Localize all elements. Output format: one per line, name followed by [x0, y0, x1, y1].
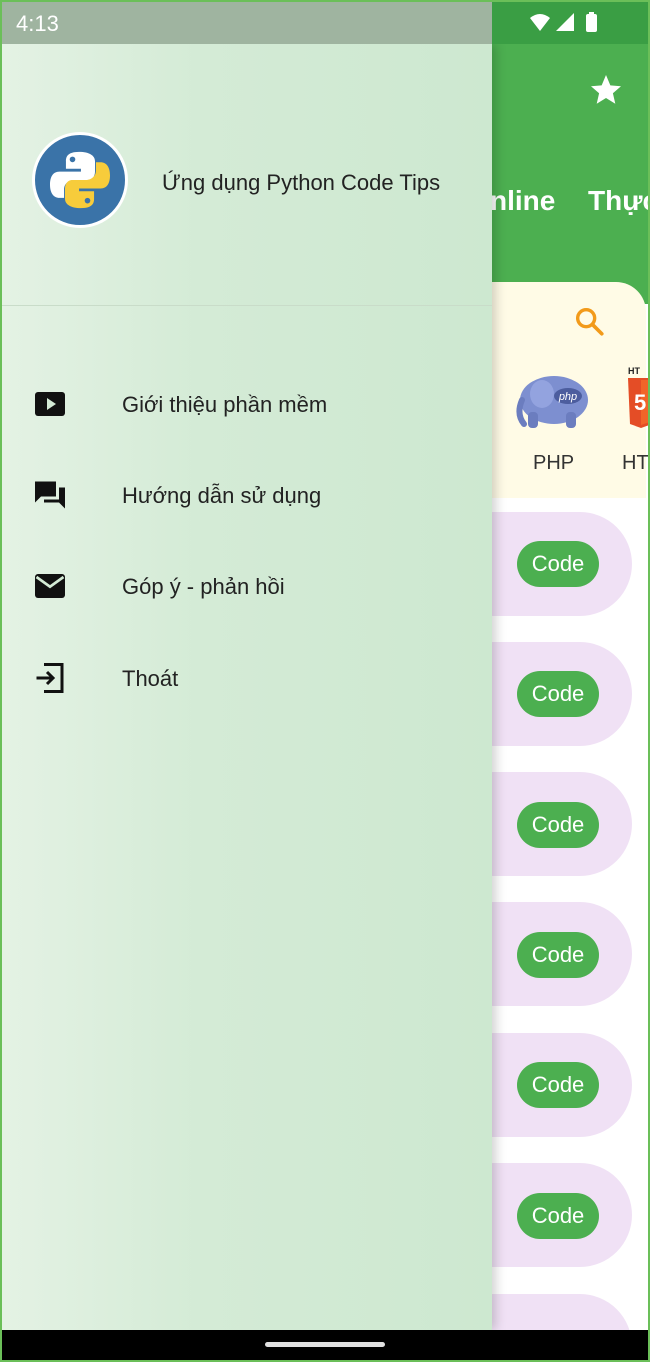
- html5-icon[interactable]: HT 5: [626, 364, 650, 434]
- mail-icon: [35, 574, 65, 598]
- language-label-php[interactable]: PHP: [533, 452, 574, 475]
- wifi-icon: [530, 14, 550, 31]
- drawer-app-name: Ứng dụng Python Code Tips: [162, 170, 441, 195]
- code-button[interactable]: Code: [517, 671, 599, 717]
- signal-icon: [556, 13, 574, 31]
- svg-text:5: 5: [634, 390, 646, 415]
- system-status-icons: [530, 12, 597, 32]
- menu-item-exit[interactable]: Thoát: [2, 638, 492, 718]
- status-bar-dimmed: [2, 2, 492, 44]
- code-button[interactable]: Code: [517, 932, 599, 978]
- menu-item-label: Thoát: [122, 666, 179, 691]
- drawer-header: Ứng dụng Python Code Tips: [2, 44, 492, 306]
- forum-icon: [35, 481, 65, 509]
- tab-online[interactable]: nline: [490, 185, 555, 217]
- menu-item-about[interactable]: Giới thiệu phần mềm: [2, 364, 492, 444]
- python-logo-icon: [32, 132, 128, 228]
- menu-item-label: Góp ý - phản hồi: [122, 574, 285, 599]
- svg-text:php: php: [558, 391, 577, 403]
- navigation-drawer: Ứng dụng Python Code Tips Giới thiệu phầ…: [2, 44, 492, 1330]
- exit-icon: [36, 663, 64, 693]
- battery-icon: [586, 14, 597, 32]
- code-button[interactable]: Code: [517, 541, 599, 587]
- php-elephant-icon[interactable]: php: [514, 370, 596, 432]
- menu-item-guide[interactable]: Hướng dẫn sử dụng: [2, 455, 492, 535]
- menu-item-feedback[interactable]: Góp ý - phản hồi: [2, 546, 492, 626]
- star-icon[interactable]: [588, 72, 624, 108]
- svg-text:HT: HT: [628, 366, 640, 376]
- system-nav-bar: [2, 1330, 648, 1360]
- device-frame: nline Thực php PHP HT 5 HT Code: [0, 0, 650, 1362]
- status-clock: 4:13: [16, 11, 59, 36]
- play-icon: [35, 392, 65, 416]
- code-button[interactable]: Code: [517, 1062, 599, 1108]
- menu-item-label: Giới thiệu phần mềm: [122, 392, 328, 417]
- code-button[interactable]: Code: [517, 802, 599, 848]
- language-label-html[interactable]: HT: [622, 452, 648, 475]
- home-indicator[interactable]: [265, 1342, 385, 1347]
- tab-practice[interactable]: Thực: [588, 185, 648, 217]
- menu-item-label: Hướng dẫn sử dụng: [122, 483, 322, 508]
- status-bar: 4:13: [2, 2, 648, 44]
- code-button[interactable]: Code: [517, 1193, 599, 1239]
- search-icon[interactable]: [572, 304, 606, 338]
